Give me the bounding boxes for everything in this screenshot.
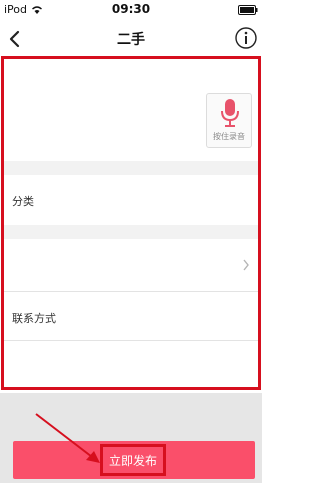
section-gap [4, 225, 258, 239]
chevron-left-icon [9, 30, 20, 48]
chevron-right-icon [243, 259, 249, 271]
page-title: 二手 [117, 32, 145, 48]
voice-record-button[interactable]: 按住录音 [206, 93, 252, 148]
category-label: 分类 [12, 195, 34, 208]
microphone-icon [221, 99, 239, 127]
section-gap [4, 161, 258, 175]
battery-icon [238, 5, 258, 15]
status-time: 09:30 [111, 2, 151, 16]
status-bar: iPod 09:30 [0, 0, 262, 20]
back-button[interactable] [3, 26, 25, 52]
category-row[interactable]: 分类 [4, 175, 258, 225]
nav-bar: 二手 [0, 20, 262, 57]
voice-record-label: 按住录音 [213, 132, 245, 141]
annotation-arrow-icon [35, 413, 100, 463]
picker-row[interactable] [4, 239, 258, 291]
contact-row[interactable]: 联系方式 [4, 292, 258, 340]
info-icon[interactable] [234, 26, 258, 50]
contact-label: 联系方式 [12, 312, 56, 325]
contact-input-row[interactable] [4, 341, 258, 389]
